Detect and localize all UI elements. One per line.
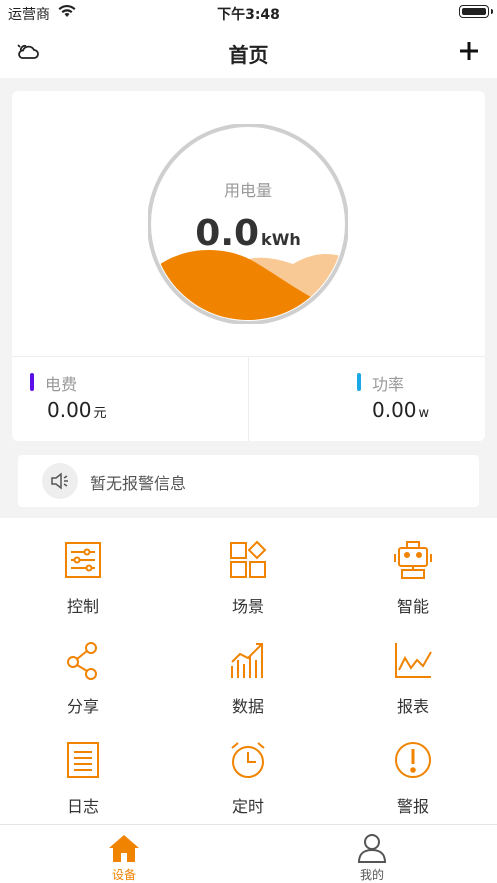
menu-item-label: 智能 [396,597,429,616]
menu-item-share[interactable]: 分享 [28,618,138,716]
navigation-bar: 首页 [0,26,497,78]
user-icon [357,834,387,863]
menu-item-control[interactable]: 控制 [28,518,138,616]
fee-value-group: 0.00 元 [47,398,107,422]
tab-label: 我的 [359,868,384,882]
alarm-clock-icon [231,742,265,778]
menu-item-label: 报表 [396,697,429,716]
alarm-text: 暂无报警信息 [90,474,187,493]
menu-item-smart[interactable]: 智能 [358,518,468,616]
power-value-group: 0.00 w [372,398,429,422]
menu-item-label: 警报 [396,797,429,816]
fee-value: 0.00 [47,398,92,422]
clock: 下午3:48 [217,7,280,23]
energy-card: 用电量 0.0 kWh 电费 0.00 元 功率 0.00 w [12,91,485,441]
scene-grid-icon [230,540,267,578]
fee-unit: 元 [93,406,107,421]
energy-unit: kWh [261,230,301,249]
alarm-bar[interactable]: 暂无报警信息 [18,455,479,507]
menu-item-report[interactable]: 报表 [358,618,468,716]
line-chart-icon [395,643,432,678]
fee-label: 电费 [45,375,78,394]
tab-devices[interactable]: 设备 [64,825,184,883]
share-icon [67,642,97,680]
menu-item-data[interactable]: 数据 [193,618,303,716]
menu-item-label: 定时 [231,797,264,816]
menu-item-label: 日志 [66,797,99,816]
menu-item-label: 分享 [66,697,99,716]
battery-icon [459,5,493,18]
menu-item-label: 控制 [66,597,99,616]
alert-icon [395,742,431,778]
power-value: 0.00 [372,398,417,422]
function-grid: 控制 场景 智能 分享 数据 报表 日志 定时 警报 [0,518,497,824]
menu-item-scene[interactable]: 场景 [193,518,303,616]
power-indicator [357,373,361,391]
speaker-icon [42,463,78,499]
menu-item-label: 场景 [231,597,264,616]
tab-bar: 设备 我的 [0,824,497,883]
sliders-icon [65,542,101,578]
robot-icon [394,541,432,579]
home-icon [109,835,139,862]
menu-item-log[interactable]: 日志 [28,718,138,816]
power-label: 功率 [372,375,405,394]
log-document-icon [67,742,99,778]
menu-item-timer[interactable]: 定时 [193,718,303,816]
energy-value-group: 0.0 kWh [148,213,348,254]
menu-item-label: 数据 [231,697,264,716]
energy-value: 0.0 [195,213,260,254]
fee-indicator [30,373,34,391]
plus-icon[interactable] [457,39,481,67]
status-bar: 运营商 下午3:48 [0,0,497,26]
tab-mine[interactable]: 我的 [312,825,432,883]
bar-chart-icon [231,643,263,678]
power-unit: w [418,406,430,421]
stats-divider [248,357,249,441]
tab-label: 设备 [111,868,136,882]
page-title: 首页 [228,43,269,67]
menu-item-alarm[interactable]: 警报 [358,718,468,816]
energy-label: 用电量 [223,181,272,200]
